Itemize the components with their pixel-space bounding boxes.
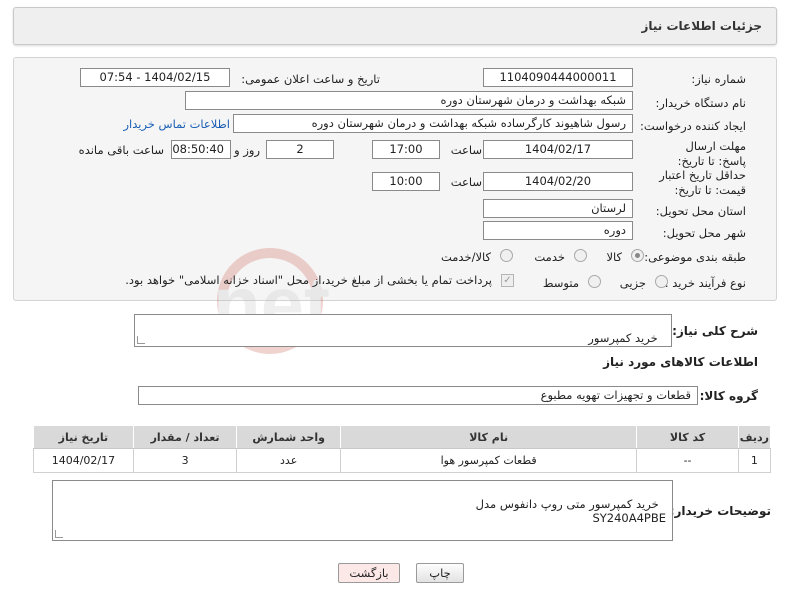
reply-deadline-label: مهلت ارسال پاسخ: تا تاریخ: — [677, 139, 746, 168]
description-textarea[interactable]: خرید کمپرسور — [134, 314, 672, 347]
buyer-org-field[interactable]: شبکه بهداشت و درمان شهرستان دوره — [185, 91, 633, 110]
category-radio-goods-service[interactable] — [500, 249, 513, 262]
remaining-label: ساعت باقی مانده — [78, 143, 164, 157]
cell-goods-code: -- — [636, 448, 739, 473]
need-number-field[interactable]: 1104090444000011 — [483, 68, 633, 87]
page-title: جزئیات اطلاعات نیاز — [641, 19, 762, 33]
back-button[interactable]: بازگشت — [338, 563, 400, 583]
requester-label: ایجاد کننده درخواست: — [640, 119, 746, 133]
price-time-field[interactable]: 10:00 — [372, 172, 440, 191]
cell-need-date: 1404/02/17 — [33, 448, 134, 473]
process-type-label: نوع فرآیند خرید : — [664, 276, 746, 290]
col-header-quantity: تعداد / مقدار — [132, 425, 238, 449]
process-radio-medium[interactable] — [588, 275, 601, 288]
province-field[interactable]: لرستان — [483, 199, 633, 218]
buyer-notes-textarea[interactable]: خرید کمپرسور متی روپ دانفوس مدل SY240A4P… — [52, 480, 673, 541]
days-label: روز و — [234, 143, 260, 157]
goods-group-label: گروه کالا: — [699, 389, 758, 403]
reply-date-field[interactable]: 1404/02/17 — [483, 140, 633, 159]
buyer-notes-text: خرید کمپرسور متی روپ دانفوس مدل SY240A4P… — [475, 497, 666, 525]
process-option-minor: جزیی — [619, 276, 646, 290]
price-date-field[interactable]: 1404/02/20 — [483, 172, 633, 191]
description-label: شرح کلی نیاز: — [672, 324, 758, 338]
page-header: جزئیات اطلاعات نیاز — [13, 7, 777, 45]
category-radio-goods[interactable] — [631, 249, 644, 262]
price-validity-label: حداقل تاریخ اعتبار قیمت: تا تاریخ: — [659, 168, 746, 197]
col-header-goods-name: نام کالا — [339, 425, 638, 449]
process-option-medium: متوسط — [542, 276, 579, 290]
announce-date-field[interactable]: 1404/02/15 - 07:54 — [80, 68, 230, 87]
category-option-goods-service: کالا/خدمت — [440, 250, 491, 264]
reply-time-label: ساعت — [450, 143, 482, 157]
col-header-need-date: تاریخ نیاز — [33, 425, 134, 449]
announce-label: تاریخ و ساعت اعلان عمومی: — [241, 72, 380, 86]
resize-handle-icon[interactable] — [137, 336, 145, 344]
payment-checkbox[interactable]: ✓ — [501, 274, 514, 287]
reply-time-field[interactable]: 17:00 — [372, 140, 440, 159]
requester-field[interactable]: رسول شاهیوند کارگرساده شبکه بهداشت و درم… — [233, 114, 633, 133]
table-row[interactable]: 1 -- قطعات کمپرسور هوا عدد 3 1404/02/17 — [33, 448, 772, 473]
description-text: خرید کمپرسور — [588, 331, 658, 345]
category-radio-service[interactable] — [574, 249, 587, 262]
payment-note: پرداخت تمام یا بخشی از مبلغ خرید،از محل … — [125, 273, 492, 287]
city-field[interactable]: دوره — [483, 221, 633, 240]
col-header-unit: واحد شمارش — [236, 425, 341, 449]
process-radio-minor[interactable] — [655, 275, 668, 288]
goods-table: ردیف کد کالا نام کالا واحد شمارش تعداد /… — [33, 425, 772, 473]
category-option-service: خدمت — [534, 250, 565, 264]
need-number-label: شماره نیاز: — [691, 72, 746, 86]
buyer-contact-link[interactable]: اطلاعات تماس خریدار — [123, 117, 230, 131]
buyer-org-label: نام دستگاه خریدار: — [655, 96, 746, 110]
print-button[interactable]: چاپ — [416, 563, 464, 583]
days-field[interactable]: 2 — [266, 140, 334, 159]
remaining-time-field[interactable]: 08:50:40 — [171, 140, 231, 159]
col-header-goods-code: کد کالا — [636, 425, 739, 449]
province-label: استان محل تحویل: — [655, 204, 746, 218]
city-label: شهر محل تحویل: — [662, 226, 746, 240]
buyer-notes-label: توضیحات خریدار: — [669, 504, 771, 518]
price-time-label: ساعت — [450, 175, 482, 189]
goods-group-field[interactable]: قطعات و تجهیزات تهویه مطبوع — [138, 386, 698, 405]
category-option-goods: کالا — [606, 250, 622, 264]
goods-section-title: اطلاعات کالاهای مورد نیاز — [603, 355, 758, 369]
resize-handle-icon[interactable] — [55, 530, 63, 538]
table-header-row: ردیف کد کالا نام کالا واحد شمارش تعداد /… — [33, 425, 772, 449]
cell-goods-name: قطعات کمپرسور هوا — [339, 448, 638, 473]
category-label: طبقه بندی موضوعی: — [644, 250, 746, 264]
cell-unit: عدد — [236, 448, 341, 473]
cell-row-number: 1 — [737, 448, 772, 473]
col-header-row-number: ردیف — [737, 425, 772, 449]
cell-quantity: 3 — [132, 448, 238, 473]
